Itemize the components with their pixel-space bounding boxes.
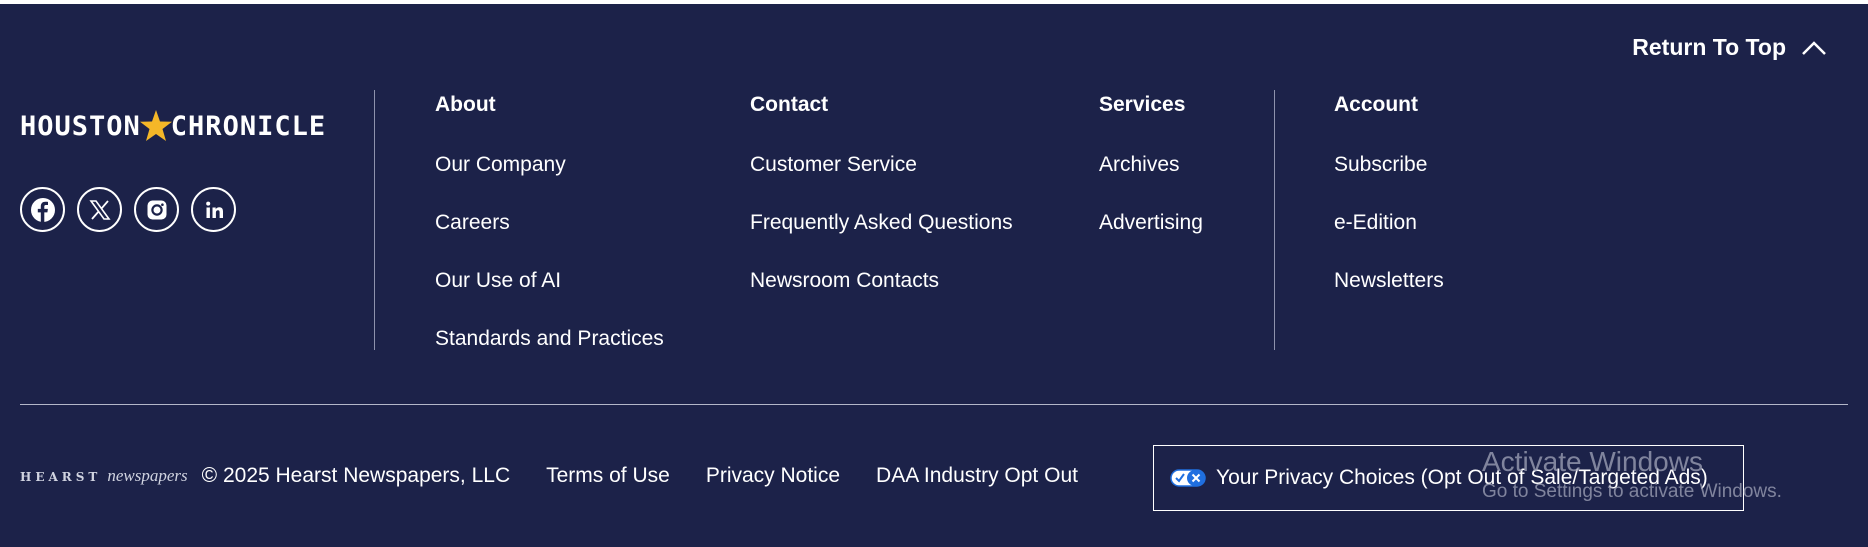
link-advertising[interactable]: Advertising (1099, 210, 1203, 236)
hearst-newspapers-logo[interactable]: HEARST newspapers (20, 466, 188, 486)
return-to-top-label: Return To Top (1632, 34, 1786, 60)
hearst-logo-subword: newspapers (107, 466, 188, 485)
terms-of-use-link[interactable]: Terms of Use (546, 464, 670, 488)
footer-column-account: Account Subscribe e-Edition Newsletters (1334, 92, 1444, 326)
instagram-icon (147, 200, 166, 219)
link-careers[interactable]: Careers (435, 210, 664, 236)
privacy-choices-label: Your Privacy Choices (Opt Out of Sale/Ta… (1216, 466, 1708, 489)
footer-column-about: About Our Company Careers Our Use of AI … (435, 92, 664, 384)
return-to-top-link[interactable]: Return To Top (1632, 34, 1828, 61)
logo-word-houston: HOUSTON (20, 110, 141, 142)
link-newsletters[interactable]: Newsletters (1334, 268, 1444, 294)
daa-opt-out-link[interactable]: DAA Industry Opt Out (876, 464, 1078, 488)
link-newsroom-contacts[interactable]: Newsroom Contacts (750, 268, 1013, 294)
column-heading-contact: Contact (750, 93, 829, 116)
linkedin-icon (205, 201, 223, 218)
hearst-logo-word: HEARST (20, 470, 102, 484)
column-heading-services: Services (1099, 93, 1186, 116)
facebook-link[interactable] (20, 187, 65, 232)
instagram-link[interactable] (134, 187, 179, 232)
footer-column-contact: Contact Customer Service Frequently Aske… (750, 92, 1013, 326)
houston-chronicle-logo[interactable]: HOUSTON CHRONICLE (20, 109, 326, 143)
privacy-choices-button[interactable]: Your Privacy Choices (Opt Out of Sale/Ta… (1153, 445, 1744, 511)
logo-word-chronicle: CHRONICLE (170, 110, 327, 142)
star-icon (139, 110, 172, 141)
footer-divider (20, 404, 1848, 405)
link-e-edition[interactable]: e-Edition (1334, 210, 1444, 236)
x-icon (88, 199, 111, 220)
linkedin-link[interactable] (191, 187, 236, 232)
copyright-text: © 2025 Hearst Newspapers, LLC (201, 464, 511, 487)
social-links (20, 187, 236, 232)
link-our-use-of-ai[interactable]: Our Use of AI (435, 268, 664, 294)
facebook-icon (30, 197, 55, 222)
link-archives[interactable]: Archives (1099, 152, 1203, 178)
chevron-up-icon (1802, 40, 1826, 55)
link-our-company[interactable]: Our Company (435, 152, 664, 178)
column-divider (374, 90, 375, 350)
privacy-toggle-icon (1170, 469, 1206, 487)
column-heading-account: Account (1334, 93, 1418, 116)
site-footer: Return To Top HOUSTON CHRONICLE About Ou… (0, 4, 1868, 547)
link-standards-and-practices[interactable]: Standards and Practices (435, 326, 664, 352)
footer-bottom-bar: HEARST newspapers © 2025 Hearst Newspape… (20, 464, 1114, 488)
link-customer-service[interactable]: Customer Service (750, 152, 1013, 178)
column-heading-about: About (435, 93, 496, 116)
privacy-notice-link[interactable]: Privacy Notice (706, 464, 840, 488)
x-link[interactable] (77, 187, 122, 232)
link-subscribe[interactable]: Subscribe (1334, 152, 1444, 178)
column-divider (1274, 90, 1275, 350)
link-faq[interactable]: Frequently Asked Questions (750, 210, 1013, 236)
footer-column-services: Services Archives Advertising (1099, 92, 1203, 268)
